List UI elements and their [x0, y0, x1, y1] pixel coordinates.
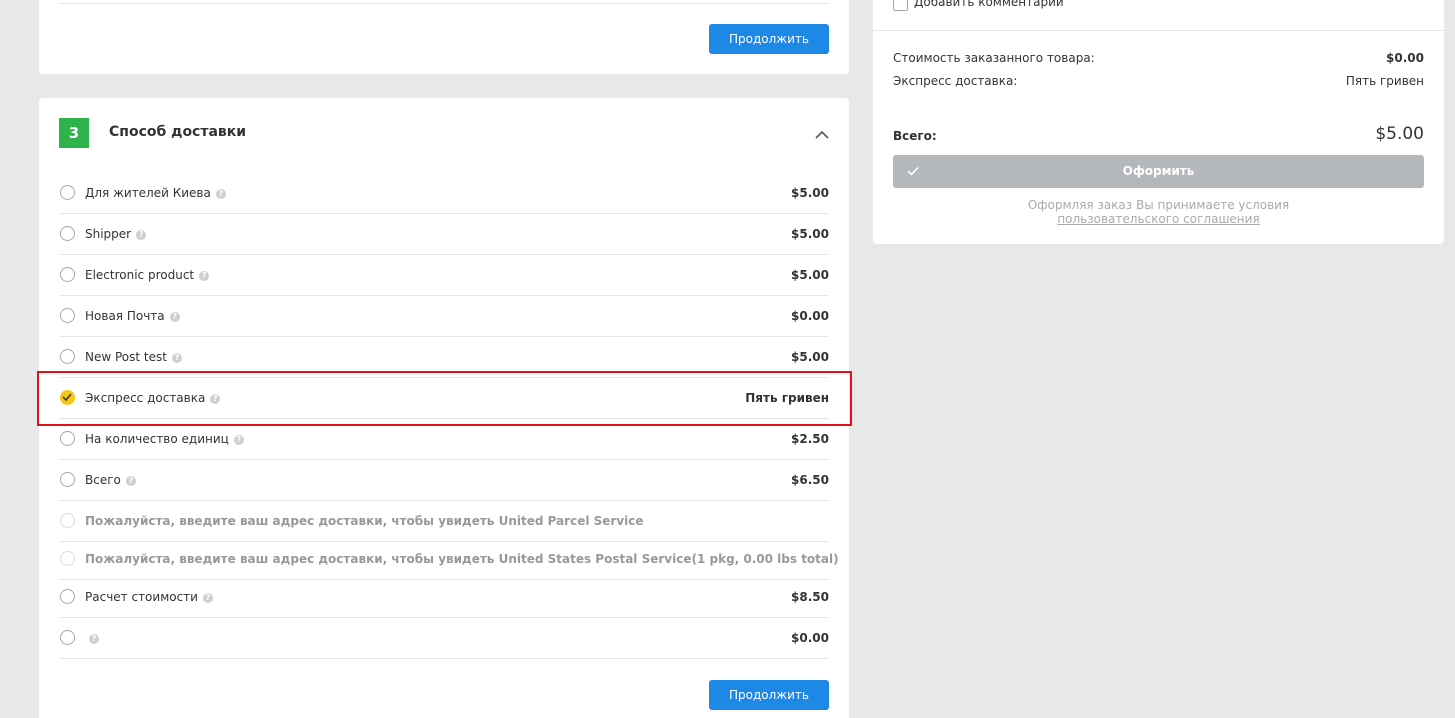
step-number-badge: 3 — [59, 118, 89, 148]
radio-button[interactable] — [60, 349, 75, 364]
shipping-option-label: ? — [85, 631, 99, 645]
shipping-option-label: Расчет стоимости? — [85, 590, 213, 604]
previous-section-card: Продолжить — [39, 0, 849, 74]
shipping-option-label: Пожалуйста, введите ваш адрес доставки, … — [85, 514, 644, 528]
shipping-option-name: Пожалуйста, введите ваш адрес доставки, … — [85, 552, 839, 566]
continue-button-previous[interactable]: Продолжить — [709, 24, 829, 54]
chevron-up-icon[interactable] — [814, 128, 830, 140]
total-label: Всего: — [893, 129, 937, 143]
radio-button[interactable] — [60, 267, 75, 282]
help-icon[interactable]: ? — [233, 435, 244, 445]
checkmark-icon — [907, 166, 919, 176]
shipping-option-name: Для жителей Киева — [85, 186, 211, 200]
agreement-link[interactable]: пользовательского соглашения — [1057, 212, 1259, 226]
agreement-text: Оформляя заказ Вы принимаете условия — [1027, 198, 1290, 212]
help-icon[interactable]: ? — [171, 353, 182, 363]
continue-button[interactable]: Продолжить — [709, 680, 829, 710]
help-icon[interactable]: ? — [202, 593, 213, 603]
help-icon[interactable]: ? — [136, 230, 147, 240]
shipping-option-label: Для жителей Киева? — [85, 186, 226, 200]
shipping-cost-row: Экспресс доставка: Пять гривен — [893, 74, 1424, 88]
shipping-cost-label: Экспресс доставка: — [893, 74, 1018, 88]
shipping-option-name: Всего — [85, 473, 121, 487]
shipping-option-row[interactable]: Расчет стоимости? $8.50 — [59, 577, 829, 618]
divider — [873, 30, 1444, 31]
radio-button[interactable] — [60, 431, 75, 446]
radio-button — [60, 551, 75, 566]
shipping-option-name: Shipper — [85, 227, 132, 241]
shipping-cost-value: Пять гривен — [1345, 74, 1424, 88]
radio-button[interactable] — [60, 185, 75, 200]
shipping-option-name: Расчет стоимости — [85, 590, 198, 604]
shipping-option-row[interactable]: Всего? $6.50 — [59, 460, 829, 501]
section-title: Способ доставки — [109, 124, 247, 140]
shipping-option-name: Electronic product — [85, 268, 195, 282]
shipping-option-label: Всего? — [85, 473, 136, 487]
help-icon[interactable]: ? — [215, 189, 226, 199]
shipping-option-price: $5.00 — [791, 268, 829, 282]
total-row: Всего: $5.00 — [893, 124, 1424, 144]
shipping-option-label: Новая Почта? — [85, 309, 180, 323]
help-icon[interactable]: ? — [169, 312, 180, 322]
items-cost-value: $0.00 — [1386, 51, 1424, 65]
shipping-option-row[interactable]: ? $0.00 — [59, 618, 829, 659]
shipping-option-label: На количество единиц? — [85, 432, 244, 446]
radio-button[interactable] — [60, 308, 75, 323]
place-order-label: Оформить — [1122, 164, 1195, 178]
shipping-option-price: $2.50 — [791, 432, 829, 446]
shipping-option-label: Пожалуйста, введите ваш адрес доставки, … — [85, 552, 839, 566]
shipping-option-price: $5.00 — [791, 186, 829, 200]
shipping-option-name: New Post test — [85, 350, 167, 364]
help-icon[interactable]: ? — [199, 271, 210, 281]
shipping-option-row[interactable]: Shipper? $5.00 — [59, 214, 829, 255]
shipping-option-price: $0.00 — [791, 309, 829, 323]
shipping-option-name: Пожалуйста, введите ваш адрес доставки, … — [85, 514, 644, 528]
order-summary-card: Добавить комментарий Стоимость заказанно… — [873, 0, 1444, 244]
divider — [59, 3, 829, 4]
help-icon[interactable]: ? — [89, 634, 99, 644]
items-cost-label: Стоимость заказанного товара: — [893, 51, 1095, 65]
add-comment-checkbox[interactable] — [893, 0, 908, 11]
shipping-option-price: $8.50 — [791, 590, 829, 604]
shipping-option-row[interactable]: Новая Почта? $0.00 — [59, 296, 829, 337]
shipping-option-row[interactable]: Для жителей Киева? $5.00 — [59, 173, 829, 214]
shipping-option-name: На количество единиц — [85, 432, 229, 446]
radio-button[interactable] — [60, 472, 75, 487]
shipping-option-name: Новая Почта — [85, 309, 165, 323]
help-icon[interactable]: ? — [125, 476, 136, 486]
radio-button[interactable] — [60, 630, 75, 645]
shipping-option-row: Пожалуйста, введите ваш адрес доставки, … — [59, 539, 839, 580]
shipping-option-price: $6.50 — [791, 473, 829, 487]
radio-button — [60, 513, 75, 528]
radio-button[interactable] — [60, 589, 75, 604]
selected-option-highlight — [37, 371, 852, 426]
items-cost-row: Стоимость заказанного товара: $0.00 — [893, 51, 1424, 65]
add-comment-label[interactable]: Добавить комментарий — [914, 0, 1064, 9]
radio-button[interactable] — [60, 226, 75, 241]
shipping-option-price: $0.00 — [791, 631, 829, 645]
shipping-option-row[interactable]: Electronic product? $5.00 — [59, 255, 829, 296]
shipping-option-price: $5.00 — [791, 350, 829, 364]
shipping-option-price: $5.00 — [791, 227, 829, 241]
shipping-option-label: New Post test? — [85, 350, 182, 364]
shipping-option-label: Electronic product? — [85, 268, 210, 282]
shipping-option-label: Shipper? — [85, 227, 147, 241]
total-value: $5.00 — [1375, 124, 1424, 144]
place-order-button[interactable]: Оформить — [893, 155, 1424, 188]
shipping-option-row: Пожалуйста, введите ваш адрес доставки, … — [59, 501, 829, 542]
